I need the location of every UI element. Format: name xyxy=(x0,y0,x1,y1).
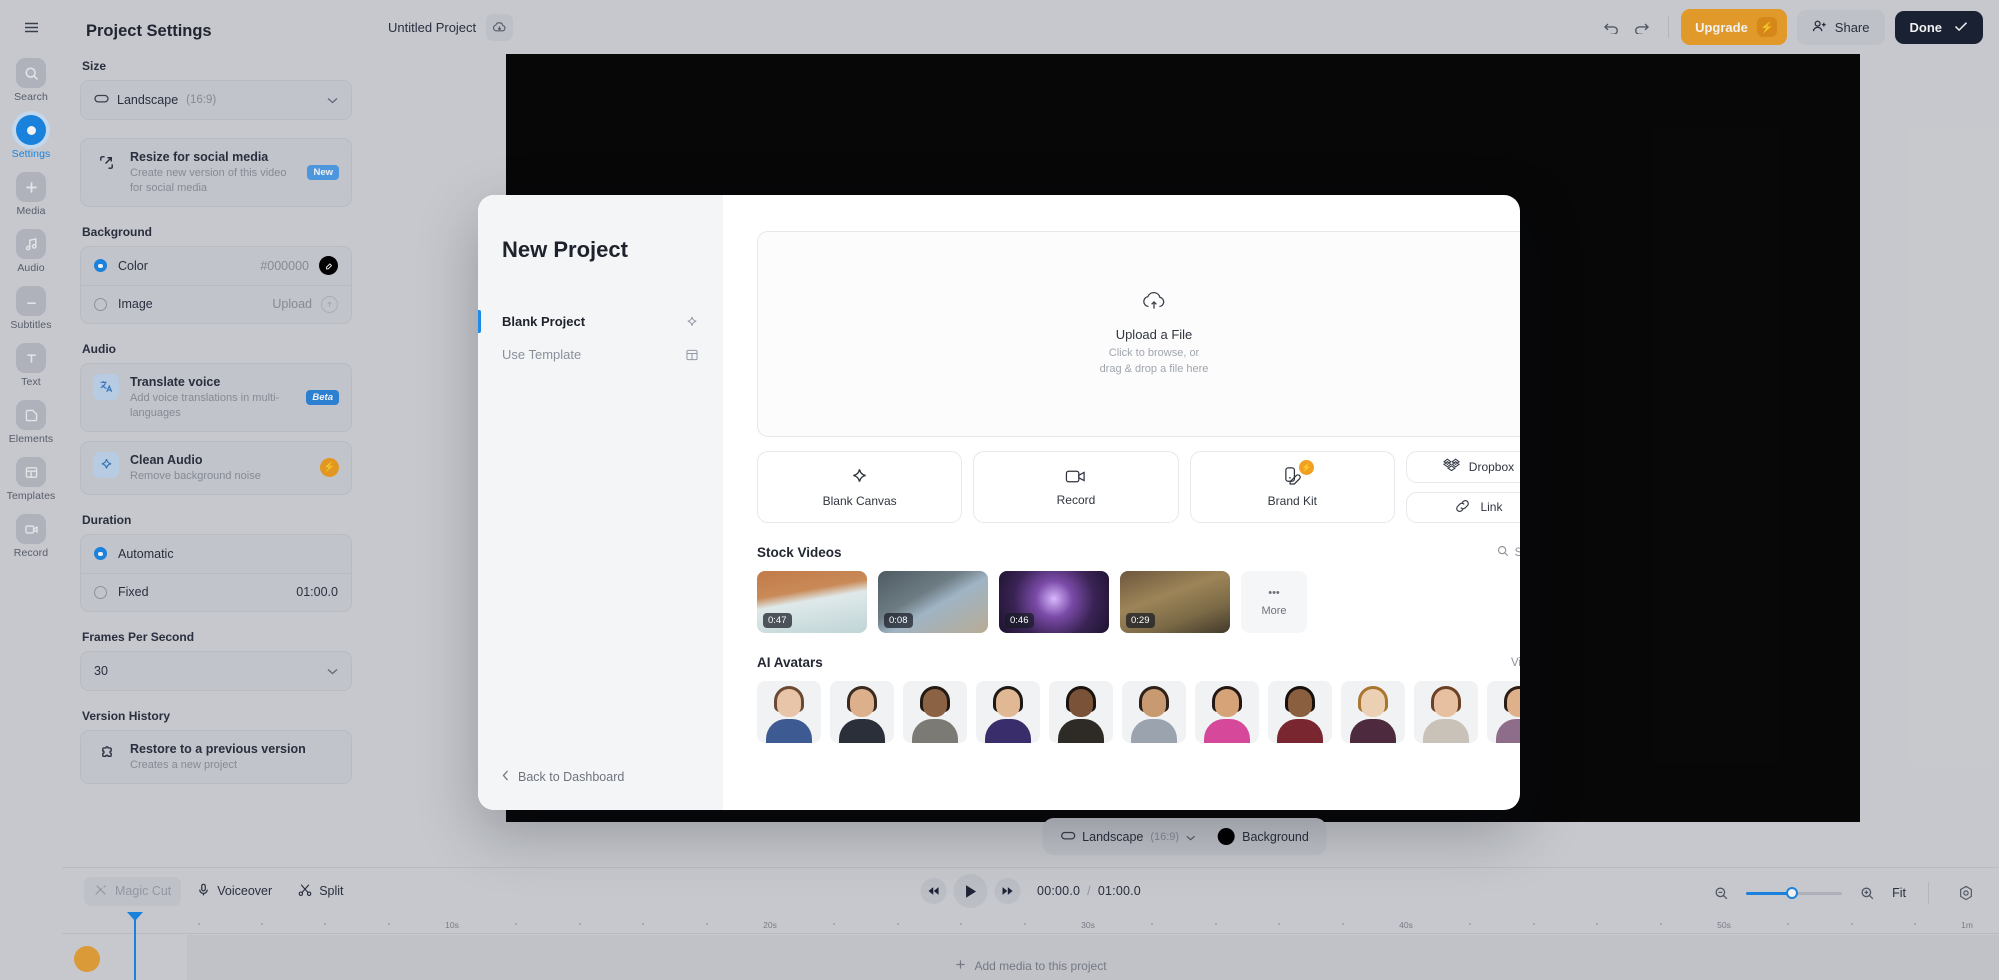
avatar-thumb[interactable] xyxy=(1195,681,1259,743)
view-all-avatars-button[interactable]: View All xyxy=(1511,657,1520,669)
link-button[interactable]: Link xyxy=(1405,491,1520,523)
nav-label: Blank Project xyxy=(502,314,586,329)
link-icon xyxy=(1454,498,1471,517)
modal-sidebar: New Project Blank Project Use Template B… xyxy=(478,195,723,810)
pro-bolt-badge: ⚡ xyxy=(1299,460,1315,475)
stock-videos-list: 0:47 0:08 0:46 0:29 ••• More xyxy=(757,571,1520,633)
dropbox-label: Dropbox xyxy=(1468,459,1515,474)
video-duration: 0:46 xyxy=(1005,613,1034,628)
dropzone-line1: Click to browse, or xyxy=(1108,347,1200,360)
template-grid-icon xyxy=(685,348,699,362)
avatar-thumb[interactable] xyxy=(1049,681,1113,743)
stock-video-thumb[interactable]: 0:29 xyxy=(1120,571,1230,633)
search-label: Search xyxy=(1514,546,1520,559)
stock-video-thumb[interactable]: 0:08 xyxy=(878,571,988,633)
back-label: Back to Dashboard xyxy=(518,770,625,784)
dropzone-hint: Click to browse, or drag & drop a file h… xyxy=(1100,346,1209,378)
back-to-dashboard-button[interactable]: Back to Dashboard xyxy=(502,770,624,784)
new-project-modal: New Project Blank Project Use Template B… xyxy=(478,195,1520,810)
ellipsis-icon: ••• xyxy=(1268,587,1280,599)
chevron-left-icon xyxy=(502,770,509,784)
action-label: Brand Kit xyxy=(1267,494,1317,508)
video-camera-icon xyxy=(1065,468,1086,485)
view-all-label: View All xyxy=(1510,656,1520,669)
section-heading: AI Avatars xyxy=(757,655,823,670)
ai-avatars-list xyxy=(757,681,1520,743)
stock-video-thumb[interactable]: 0:47 xyxy=(757,571,867,633)
brand-kit-button[interactable]: ⚡ Brand Kit xyxy=(1189,451,1395,523)
avatar-thumb[interactable] xyxy=(976,681,1040,743)
avatar-thumb[interactable] xyxy=(1487,681,1520,743)
link-label: Link xyxy=(1480,500,1503,515)
more-label: More xyxy=(1261,605,1287,617)
section-heading: Stock Videos xyxy=(757,545,842,560)
action-label: Blank Canvas xyxy=(822,493,897,508)
dropzone-title: Upload a File xyxy=(1115,327,1193,343)
avatar-thumb[interactable] xyxy=(903,681,967,743)
dropbox-button[interactable]: Dropbox xyxy=(1405,451,1520,483)
stock-more-button[interactable]: ••• More xyxy=(1241,571,1307,633)
modal-nav-blank-project[interactable]: Blank Project xyxy=(478,305,723,338)
nav-label: Use Template xyxy=(502,347,582,362)
side-actions-column: Dropbox Link xyxy=(1405,451,1520,523)
upload-dropzone[interactable]: Upload a File Click to browse, or drag &… xyxy=(757,231,1520,437)
blank-canvas-button[interactable]: Blank Canvas xyxy=(757,451,963,523)
dropzone-line2: drag & drop a file here xyxy=(1099,363,1209,375)
video-duration: 0:47 xyxy=(763,613,792,628)
action-label: Record xyxy=(1056,492,1096,507)
dropbox-icon xyxy=(1442,458,1460,476)
stock-videos-header: Stock Videos Search xyxy=(757,545,1520,560)
cloud-upload-icon xyxy=(1141,290,1167,317)
modal-content: Upload a File Click to browse, or drag &… xyxy=(723,195,1520,810)
modal-nav: Blank Project Use Template xyxy=(478,305,723,371)
stock-search-button[interactable]: Search xyxy=(1497,545,1520,560)
sparkle-icon xyxy=(685,315,699,329)
action-buttons-row: Blank Canvas Record ⚡ Brand Kit Dropbox … xyxy=(757,451,1520,523)
avatar-thumb[interactable] xyxy=(830,681,894,743)
avatar-thumb[interactable] xyxy=(1122,681,1186,743)
search-icon xyxy=(1497,545,1509,560)
stock-video-thumb[interactable]: 0:46 xyxy=(999,571,1109,633)
avatar-thumb[interactable] xyxy=(757,681,821,743)
video-editor-app: Search Settings Media Audio Subtitles Te… xyxy=(0,0,1999,980)
avatar-thumb[interactable] xyxy=(1414,681,1478,743)
avatar-thumb[interactable] xyxy=(1268,681,1332,743)
avatar-thumb[interactable] xyxy=(1341,681,1405,743)
modal-nav-use-template[interactable]: Use Template xyxy=(478,338,723,371)
video-duration: 0:29 xyxy=(1126,613,1155,628)
video-duration: 0:08 xyxy=(884,613,913,628)
record-button[interactable]: Record xyxy=(973,451,1179,523)
sparkle-icon xyxy=(850,467,869,486)
ai-avatars-header: AI Avatars View All xyxy=(757,655,1520,670)
modal-title: New Project xyxy=(502,237,628,262)
